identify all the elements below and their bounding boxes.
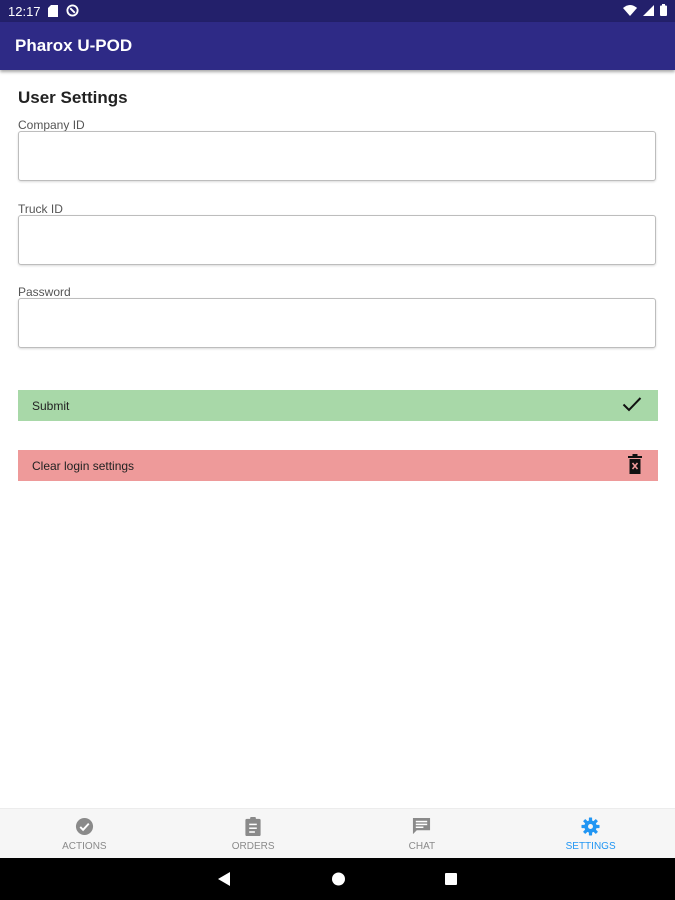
checkmark-icon — [622, 396, 642, 415]
app-bar: Pharox U-POD — [0, 22, 675, 70]
status-time: 12:17 — [8, 4, 41, 19]
nav-item-actions[interactable]: ACTIONS — [0, 809, 169, 859]
system-nav-bar — [0, 858, 675, 900]
check-circle-icon — [75, 817, 94, 837]
wifi-icon — [623, 4, 637, 19]
app-title: Pharox U-POD — [15, 36, 133, 55]
nav-item-chat[interactable]: CHAT — [338, 809, 507, 859]
nav-label-settings: SETTINGS — [565, 840, 616, 852]
submit-button[interactable]: Submit — [18, 390, 658, 421]
bottom-nav: ACTIONS ORDERS CHAT SETTINGS — [0, 808, 675, 859]
nav-label-chat: CHAT — [408, 840, 436, 852]
battery-icon — [660, 4, 667, 19]
sd-card-icon — [48, 4, 58, 20]
status-bar: 12:17 — [0, 0, 675, 22]
trash-icon — [628, 454, 642, 477]
recents-icon[interactable] — [444, 871, 458, 892]
truck-id-label: Truck ID — [18, 202, 63, 216]
company-id-label: Company ID — [18, 118, 85, 132]
section-title: User Settings — [18, 88, 128, 107]
home-icon[interactable] — [331, 871, 346, 892]
submit-label: Submit — [32, 398, 70, 413]
nav-label-orders: ORDERS — [231, 840, 275, 852]
password-label: Password — [18, 285, 71, 299]
password-input[interactable] — [18, 298, 656, 348]
back-icon[interactable] — [217, 871, 231, 892]
company-id-input[interactable] — [18, 131, 656, 181]
chat-icon — [412, 817, 431, 837]
settings-form: User Settings Company ID Truck ID Passwo… — [18, 88, 658, 481]
nav-item-orders[interactable]: ORDERS — [169, 809, 338, 859]
gear-icon — [581, 817, 600, 837]
clear-label: Clear login settings — [32, 458, 135, 473]
data-saver-icon — [66, 4, 79, 20]
clear-login-settings-button[interactable]: Clear login settings — [18, 450, 658, 481]
truck-id-input[interactable] — [18, 215, 656, 265]
clipboard-icon — [245, 817, 261, 837]
nav-item-settings[interactable]: SETTINGS — [506, 809, 675, 859]
signal-icon — [643, 4, 654, 19]
nav-label-actions: ACTIONS — [62, 840, 107, 852]
